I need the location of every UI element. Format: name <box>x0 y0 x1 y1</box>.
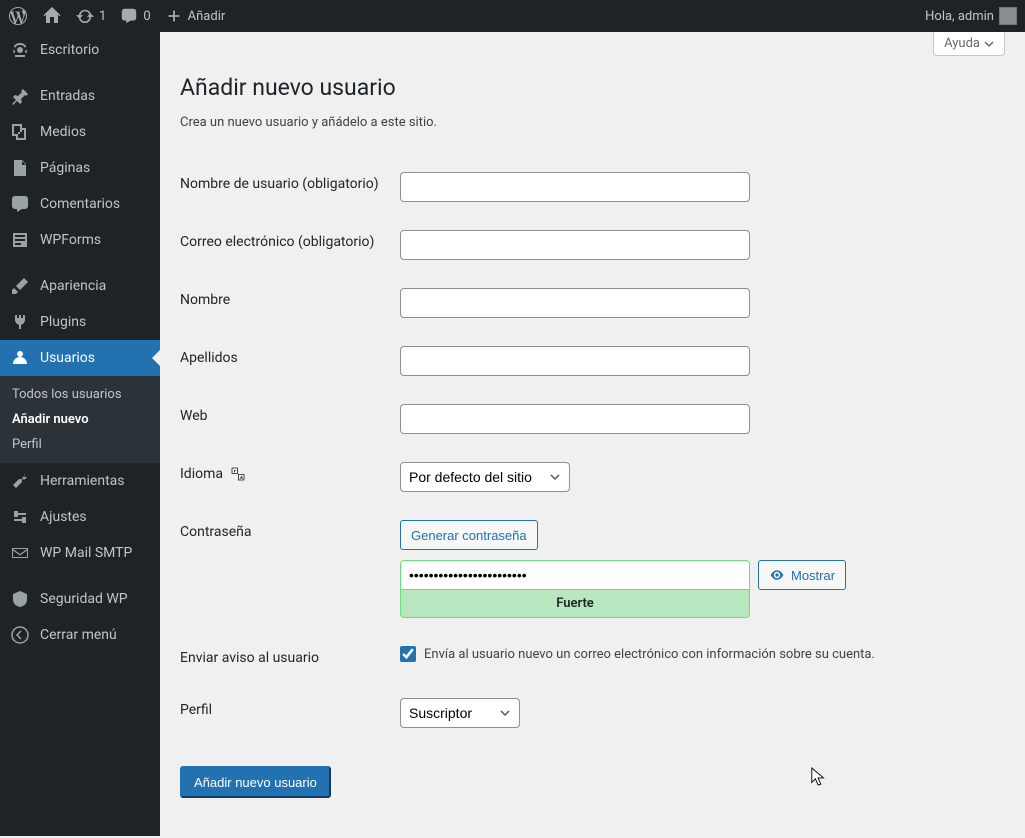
firstname-label: Nombre <box>180 274 400 332</box>
role-label: Perfil <box>180 684 400 742</box>
chevron-down-icon <box>984 39 994 49</box>
username-label: Nombre de usuario (obligatorio) <box>180 158 400 216</box>
submit-button[interactable]: Añadir nuevo usuario <box>180 766 331 798</box>
language-label: Idioma <box>180 448 400 506</box>
page-intro: Crea un nuevo usuario y añádelo a este s… <box>180 115 1005 130</box>
sidebar-item-users[interactable]: Usuarios <box>0 340 160 376</box>
password-input[interactable] <box>400 560 750 590</box>
show-password-button[interactable]: Mostrar <box>758 560 846 590</box>
password-strength: Fuerte <box>400 590 750 618</box>
translate-icon <box>230 466 246 482</box>
my-account-link[interactable]: Hola, admin <box>925 7 1017 25</box>
sidebar-item-media[interactable]: Medios <box>0 114 160 150</box>
dashboard-icon <box>10 40 30 60</box>
sidebar-submenu: Todos los usuarios Añadir nuevo Perfil <box>0 376 160 463</box>
sidebar-subitem-profile[interactable]: Perfil <box>0 432 160 457</box>
pin-icon <box>10 86 30 106</box>
sidebar-subitem-add-new[interactable]: Añadir nuevo <box>0 407 160 432</box>
collapse-icon <box>10 625 30 645</box>
comment-icon <box>120 7 138 25</box>
admin-bar: 1 0 Añadir Hola, admin <box>0 0 1025 32</box>
sidebar-item-comments[interactable]: Comentarios <box>0 186 160 222</box>
firstname-input[interactable] <box>400 288 750 318</box>
url-label: Web <box>180 390 400 448</box>
comments-count: 0 <box>143 9 150 24</box>
generate-password-button[interactable]: Generar contraseña <box>400 520 538 550</box>
users-icon <box>10 348 30 368</box>
sidebar-subitem-all-users[interactable]: Todos los usuarios <box>0 382 160 407</box>
lastname-input[interactable] <box>400 346 750 376</box>
sidebar-item-security[interactable]: Seguridad WP <box>0 581 160 617</box>
url-input[interactable] <box>400 404 750 434</box>
role-select[interactable]: Suscriptor <box>400 698 520 728</box>
page-icon <box>10 158 30 178</box>
sidebar-item-wpforms[interactable]: WPForms <box>0 222 160 258</box>
media-icon <box>10 122 30 142</box>
home-icon <box>42 6 62 26</box>
avatar <box>999 7 1017 25</box>
email-input[interactable] <box>400 230 750 260</box>
brush-icon <box>10 276 30 296</box>
eye-icon <box>769 567 785 583</box>
wordpress-icon <box>8 6 28 26</box>
new-label: Añadir <box>188 9 226 24</box>
notify-checkbox[interactable] <box>400 646 416 662</box>
password-label: Contraseña <box>180 506 400 632</box>
sidebar-item-posts[interactable]: Entradas <box>0 78 160 114</box>
sidebar-item-dashboard[interactable]: Escritorio <box>0 32 160 68</box>
shield-icon <box>10 589 30 609</box>
cursor-icon <box>810 766 828 788</box>
plus-icon <box>165 7 183 25</box>
notify-description: Envía al usuario nuevo un correo electró… <box>424 647 875 662</box>
sidebar-item-plugins[interactable]: Plugins <box>0 304 160 340</box>
settings-icon <box>10 507 30 527</box>
username-input[interactable] <box>400 172 750 202</box>
user-form: Nombre de usuario (obligatorio) Correo e… <box>180 158 1005 742</box>
language-select[interactable]: Por defecto del sitio <box>400 462 570 492</box>
sidebar-item-settings[interactable]: Ajustes <box>0 499 160 535</box>
mail-icon <box>10 543 30 563</box>
sidebar: Escritorio Entradas Medios Páginas Comen… <box>0 32 160 836</box>
sidebar-item-pages[interactable]: Páginas <box>0 150 160 186</box>
plugin-icon <box>10 312 30 332</box>
sidebar-item-wp-mail-smtp[interactable]: WP Mail SMTP <box>0 535 160 571</box>
sidebar-item-appearance[interactable]: Apariencia <box>0 268 160 304</box>
updates-count: 1 <box>99 9 106 24</box>
home-link[interactable] <box>42 6 62 26</box>
greeting-text: Hola, admin <box>925 9 994 24</box>
comment-icon <box>10 194 30 214</box>
updates-link[interactable]: 1 <box>76 7 106 25</box>
new-link[interactable]: Añadir <box>165 7 226 25</box>
update-icon <box>76 7 94 25</box>
comments-link[interactable]: 0 <box>120 7 150 25</box>
sidebar-item-collapse[interactable]: Cerrar menú <box>0 617 160 653</box>
sidebar-item-tools[interactable]: Herramientas <box>0 463 160 499</box>
email-label: Correo electrónico (obligatorio) <box>180 216 400 274</box>
help-tab[interactable]: Ayuda <box>933 32 1005 56</box>
page-title: Añadir nuevo usuario <box>180 56 1005 105</box>
lastname-label: Apellidos <box>180 332 400 390</box>
form-icon <box>10 230 30 250</box>
tools-icon <box>10 471 30 491</box>
notify-label: Enviar aviso al usuario <box>180 632 400 684</box>
wp-logo-link[interactable] <box>8 6 28 26</box>
